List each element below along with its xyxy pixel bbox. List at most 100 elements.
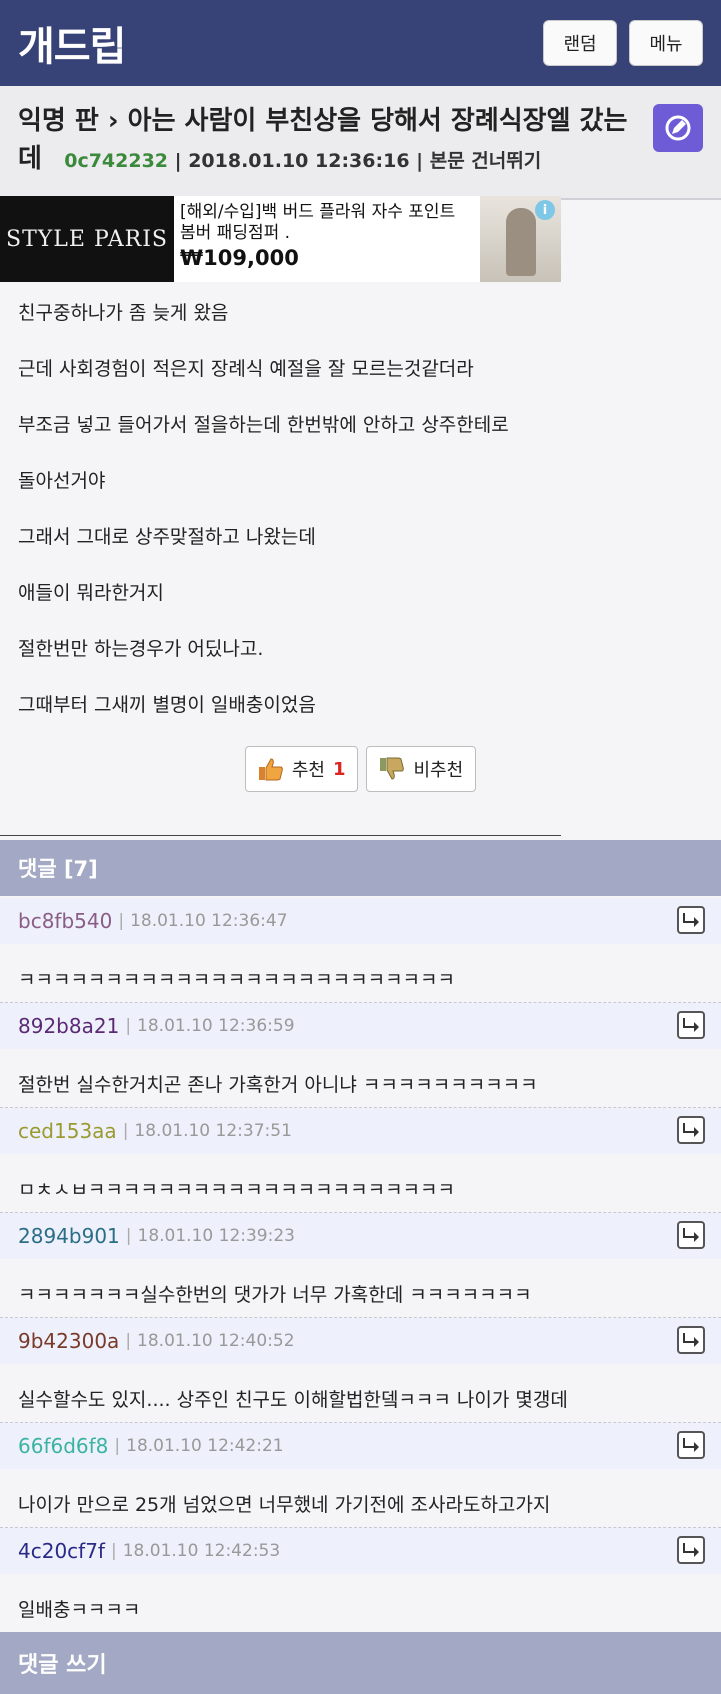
post-author-id[interactable]: 0c742232 (64, 150, 168, 172)
comment-user[interactable]: ced153aa (18, 1119, 117, 1143)
upvote-count: 1 (332, 758, 346, 780)
comment-separator: | (118, 911, 125, 931)
comment-user[interactable]: 4c20cf7f (18, 1539, 105, 1563)
comment-text: ㅋㅋㅋㅋㅋㅋㅋ실수한번의 댓가가 너무 가혹한데 ㅋㅋㅋㅋㅋㅋㅋ (18, 1283, 532, 1306)
comment-time: 18.01.10 12:39:23 (137, 1226, 295, 1246)
comment-separator: | (114, 1436, 121, 1456)
post-paragraph: 돌아선거야 (18, 470, 106, 492)
comment-header: 9b42300a | 18.01.10 12:40:52 (0, 1318, 721, 1364)
comment-time: 18.01.10 12:36:47 (130, 911, 288, 931)
comment-separator: | (110, 1541, 117, 1561)
reply-button[interactable] (677, 1536, 705, 1564)
comment-item: 9b42300a | 18.01.10 12:40:52 실수할수도 있지...… (0, 1318, 721, 1423)
downvote-button[interactable]: 비추천 (366, 746, 477, 792)
post-body: 친구중하나가 좀 늦게 왔음 근데 사회경험이 적은지 장례식 예절을 잘 모르… (0, 282, 721, 748)
post-paragraph: 부조금 넣고 들어가서 절을하는데 한번밖에 안하고 상주한테로 (18, 414, 509, 436)
pencil-icon (665, 115, 691, 141)
post-paragraph: 근데 사회경험이 적은지 장례식 예절을 잘 모르는것같더라 (18, 358, 474, 380)
skip-to-body-link[interactable]: 본문 건너뛰기 (430, 150, 542, 172)
comment-text: 절한번 실수한거치곤 존나 가혹한거 아니냐 ㅋㅋㅋㅋㅋㅋㅋㅋㅋㅋ (18, 1073, 538, 1096)
comment-separator: | (122, 1121, 129, 1141)
reply-button[interactable] (677, 1011, 705, 1039)
vote-row: 추천 1 비추천 (0, 746, 721, 792)
comment-header: ced153aa | 18.01.10 12:37:51 (0, 1108, 721, 1154)
reply-arrow-icon (683, 1438, 699, 1452)
reply-button[interactable] (677, 1116, 705, 1144)
reply-button[interactable] (677, 1431, 705, 1459)
comment-separator: | (125, 1016, 132, 1036)
comment-header: bc8fb540 | 18.01.10 12:36:47 (0, 898, 721, 944)
reply-arrow-icon (683, 1228, 699, 1242)
comment-time: 18.01.10 12:36:59 (137, 1016, 295, 1036)
thumbs-down-icon (380, 757, 405, 780)
post-datetime: 2018.01.10 12:36:16 (188, 150, 410, 172)
reply-arrow-icon (683, 1018, 699, 1032)
breadcrumb-separator: › (107, 106, 119, 136)
upvote-label: 추천 (291, 760, 325, 781)
comment-user[interactable]: 892b8a21 (18, 1014, 119, 1038)
comment-time: 18.01.10 12:42:53 (122, 1541, 281, 1561)
comment-list: bc8fb540 | 18.01.10 12:36:47 ㅋㅋㅋㅋㅋㅋㅋㅋㅋㅋㅋ… (0, 898, 721, 1633)
post-title-block: 익명 판 › 아는 사람이 부친상을 당해서 장례식장엘 갔는데 0c74223… (0, 86, 721, 200)
post-paragraph: 그때부터 그새끼 별명이 일배충이었음 (18, 694, 316, 716)
post-paragraph: 친구중하나가 좀 늦게 왔음 (18, 302, 229, 324)
ad-banner[interactable]: STYLE PARIS [해외/수입]백 버드 플라워 자수 포인트 봄버 패딩… (0, 196, 561, 282)
comment-time: 18.01.10 12:40:52 (137, 1331, 295, 1351)
ad-title: [해외/수입]백 버드 플라워 자수 포인트 봄버 패딩점퍼 . (180, 202, 456, 243)
comment-item: ced153aa | 18.01.10 12:37:51 ㅁㅊㅅㅂㅋㅋㅋㅋㅋㅋㅋ… (0, 1108, 721, 1213)
comment-text: ㅁㅊㅅㅂㅋㅋㅋㅋㅋㅋㅋㅋㅋㅋㅋㅋㅋㅋㅋㅋㅋㅋㅋㅋㅋ (18, 1178, 456, 1201)
comment-item: bc8fb540 | 18.01.10 12:36:47 ㅋㅋㅋㅋㅋㅋㅋㅋㅋㅋㅋ… (0, 898, 721, 1003)
reply-arrow-icon (683, 1543, 699, 1557)
reply-arrow-icon (683, 913, 699, 927)
post-meta: 0c742232 | 2018.01.10 12:36:16 | 본문 건너뛰기 (64, 150, 542, 172)
content-divider (0, 835, 561, 836)
comment-item: 892b8a21 | 18.01.10 12:36:59 절한번 실수한거치곤 … (0, 1003, 721, 1108)
reply-button[interactable] (677, 1326, 705, 1354)
comment-header: 66f6d6f8 | 18.01.10 12:42:21 (0, 1423, 721, 1469)
ad-brand: STYLE PARIS (6, 226, 168, 252)
comment-separator: | (125, 1226, 132, 1246)
random-button[interactable]: 랜덤 (543, 20, 617, 66)
comment-item: 66f6d6f8 | 18.01.10 12:42:21 나이가 만으로 25개… (0, 1423, 721, 1528)
comment-text: ㅋㅋㅋㅋㅋㅋㅋㅋㅋㅋㅋㅋㅋㅋㅋㅋㅋㅋㅋㅋㅋㅋㅋㅋㅋ (18, 968, 456, 991)
comment-text: 실수할수도 있지.... 상주인 친구도 이해할법한뎈ㅋㅋㅋ 나이가 몇갱데 (18, 1388, 568, 1411)
comment-time: 18.01.10 12:42:21 (126, 1436, 284, 1456)
menu-button[interactable]: 메뉴 (629, 20, 703, 66)
comment-item: 2894b901 | 18.01.10 12:39:23 ㅋㅋㅋㅋㅋㅋㅋ실수한번… (0, 1213, 721, 1318)
comment-separator: | (125, 1331, 132, 1351)
upvote-button[interactable]: 추천 1 (244, 746, 359, 792)
comment-header: 2894b901 | 18.01.10 12:39:23 (0, 1213, 721, 1259)
top-bar: 개드립 랜덤 메뉴 (0, 0, 721, 86)
comment-time: 18.01.10 12:37:51 (134, 1121, 292, 1141)
comment-text: 나이가 만으로 25개 넘었으면 너무했네 가기전에 조사라도하고가지 (18, 1493, 551, 1516)
ad-product-image: i (480, 196, 561, 282)
comment-user[interactable]: 2894b901 (18, 1224, 120, 1248)
comment-header: 4c20cf7f | 18.01.10 12:42:53 (0, 1528, 721, 1574)
comment-user[interactable]: bc8fb540 (18, 909, 112, 933)
comment-user[interactable]: 9b42300a (18, 1329, 119, 1353)
reply-button[interactable] (677, 906, 705, 934)
thumbs-up-icon (258, 758, 283, 781)
reply-arrow-icon (683, 1333, 699, 1347)
ad-info-icon[interactable]: i (535, 200, 555, 220)
comment-item: 4c20cf7f | 18.01.10 12:42:53 일배충ㅋㅋㅋㅋ (0, 1528, 721, 1633)
ad-price: ₩109,000 (180, 246, 299, 270)
top-buttons: 랜덤 메뉴 (543, 20, 703, 66)
site-logo[interactable]: 개드립 (18, 14, 126, 72)
comment-user[interactable]: 66f6d6f8 (18, 1434, 108, 1458)
post-paragraph: 절한번만 하는경우가 어딨나고. (18, 638, 264, 660)
reply-arrow-icon (683, 1123, 699, 1137)
post-title: 익명 판 › 아는 사람이 부친상을 당해서 장례식장엘 갔는데 0c74223… (18, 102, 631, 180)
write-comment-header[interactable]: 댓글 쓰기 (0, 1632, 721, 1694)
breadcrumb-board[interactable]: 익명 판 (18, 106, 99, 136)
comment-text: 일배충ㅋㅋㅋㅋ (18, 1598, 141, 1621)
write-post-button[interactable] (653, 104, 703, 152)
post-paragraph: 애들이 뭐라한거지 (18, 582, 164, 604)
comment-header: 892b8a21 | 18.01.10 12:36:59 (0, 1003, 721, 1049)
ad-model-figure (506, 208, 536, 276)
ad-body: [해외/수입]백 버드 플라워 자수 포인트 봄버 패딩점퍼 . ₩109,00… (174, 196, 480, 282)
reply-button[interactable] (677, 1221, 705, 1249)
comments-header: 댓글 [7] (0, 840, 721, 896)
downvote-label: 비추천 (413, 760, 464, 781)
post-paragraph: 그래서 그대로 상주맞절하고 나왔는데 (18, 526, 316, 548)
